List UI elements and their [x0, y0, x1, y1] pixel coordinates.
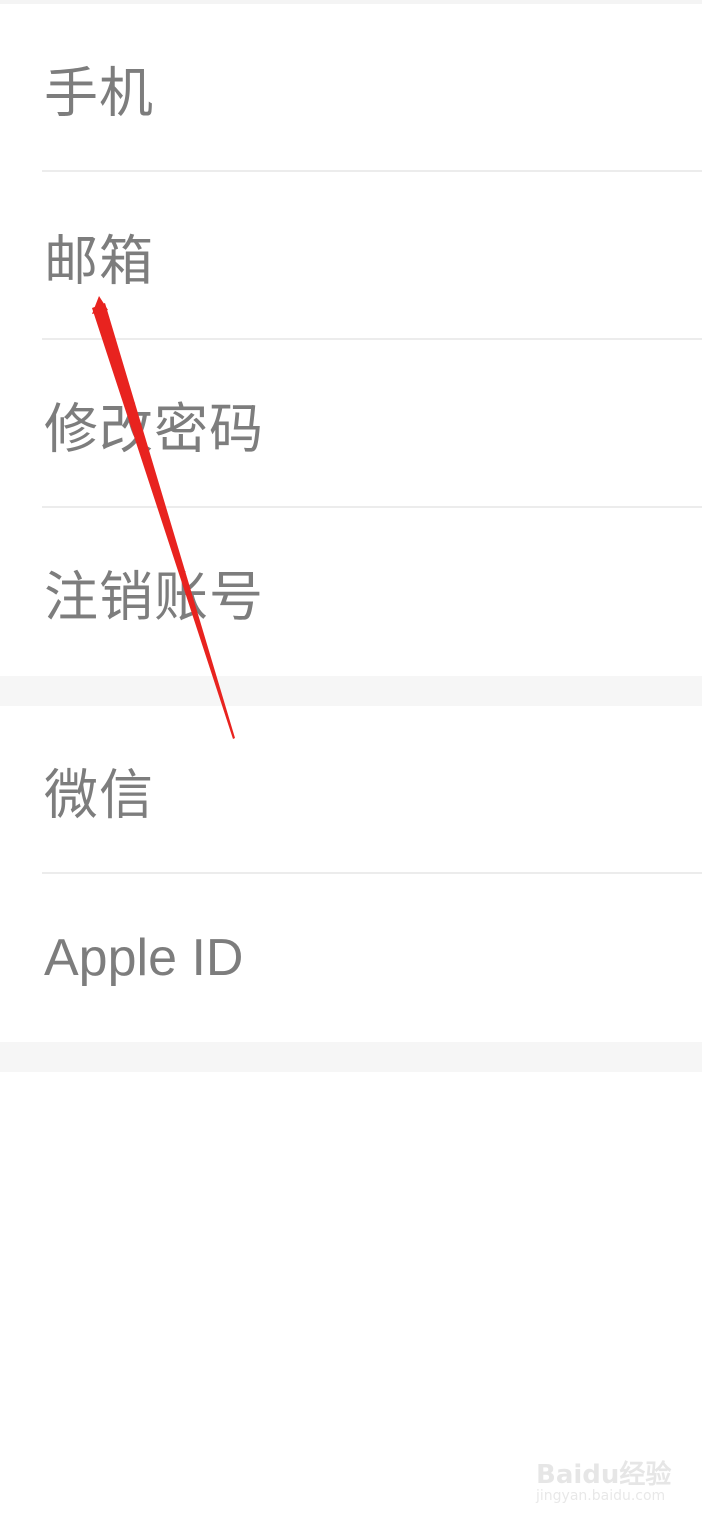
- baidu-jingyan-watermark: Baidu经验 jingyan.baidu.com: [536, 1440, 676, 1510]
- watermark-logo: Baidu经验: [536, 1460, 672, 1490]
- row-change-password[interactable]: 修改密码: [0, 340, 702, 508]
- row-email[interactable]: 邮箱: [0, 172, 702, 340]
- row-change-password-label: 修改密码: [44, 397, 264, 461]
- watermark-url: jingyan.baidu.com: [536, 1488, 666, 1504]
- row-phone-label: 手机: [44, 61, 154, 125]
- account-settings-screen: 手机 邮箱 修改密码 注销账号 微信 Apple ID Baidu经验 jing: [0, 0, 702, 1519]
- row-email-label: 邮箱: [44, 229, 154, 293]
- row-phone[interactable]: 手机: [0, 4, 702, 172]
- third-party-login-group: 微信 Apple ID: [0, 706, 702, 1042]
- account-binding-group: 手机 邮箱 修改密码 注销账号: [0, 4, 702, 676]
- section-gap: [0, 1042, 702, 1072]
- row-wechat[interactable]: 微信: [0, 706, 702, 874]
- row-delete-account[interactable]: 注销账号: [0, 508, 702, 676]
- row-apple-id-label: Apple ID: [44, 929, 244, 987]
- section-gap: [0, 676, 702, 706]
- row-delete-account-label: 注销账号: [44, 565, 264, 629]
- row-apple-id[interactable]: Apple ID: [0, 874, 702, 1042]
- row-wechat-label: 微信: [44, 763, 154, 827]
